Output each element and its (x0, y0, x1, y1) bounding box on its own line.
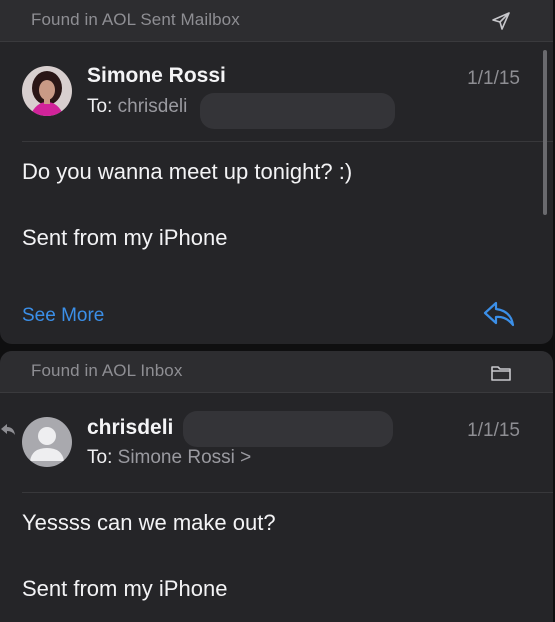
result-header: Found in AOL Sent Mailbox (0, 0, 553, 42)
see-more-link[interactable]: See More (22, 305, 104, 327)
scrollbar[interactable] (543, 50, 547, 215)
search-result-sent[interactable]: Found in AOL Sent Mailbox Simone Rossi 1… (0, 0, 553, 344)
mailbox-source-label: Found in AOL Inbox (31, 361, 183, 380)
recipient-name: Simone Rossi (117, 447, 235, 468)
avatar (22, 66, 72, 116)
recipient-address: chrisdeli (117, 96, 188, 117)
result-header: Found in AOL Inbox (0, 351, 553, 393)
folder-icon (491, 366, 511, 381)
to-label: To: (87, 447, 113, 468)
avatar (22, 417, 72, 467)
search-result-inbox[interactable]: Found in AOL Inbox chrisdeli 1/1/15 To: … (0, 351, 553, 622)
reply-icon[interactable] (482, 299, 516, 329)
message-date: 1/1/15 (467, 420, 520, 441)
redaction-block (200, 93, 395, 129)
mailbox-source-label: Found in AOL Sent Mailbox (31, 10, 240, 29)
divider (22, 141, 553, 142)
message-body-line: Yessss can we make out? (22, 510, 276, 535)
message-signature: Sent from my iPhone (22, 225, 228, 250)
sender-name: chrisdeli (87, 416, 174, 439)
divider (22, 492, 553, 493)
replied-arrow-icon (1, 424, 15, 435)
recipient-line[interactable]: To: Simone Rossi > (87, 447, 251, 469)
to-label: To: (87, 96, 113, 117)
chevron-right-icon: > (240, 447, 252, 468)
recipient-line[interactable]: To: chrisdeli (87, 96, 187, 118)
message-body-line: Do you wanna meet up tonight? :) (22, 159, 353, 184)
sender-name: Simone Rossi (87, 64, 226, 87)
message-signature: Sent from my iPhone (22, 576, 228, 601)
paper-plane-icon (492, 12, 510, 30)
redaction-block (183, 411, 393, 447)
message-date: 1/1/15 (467, 68, 520, 89)
